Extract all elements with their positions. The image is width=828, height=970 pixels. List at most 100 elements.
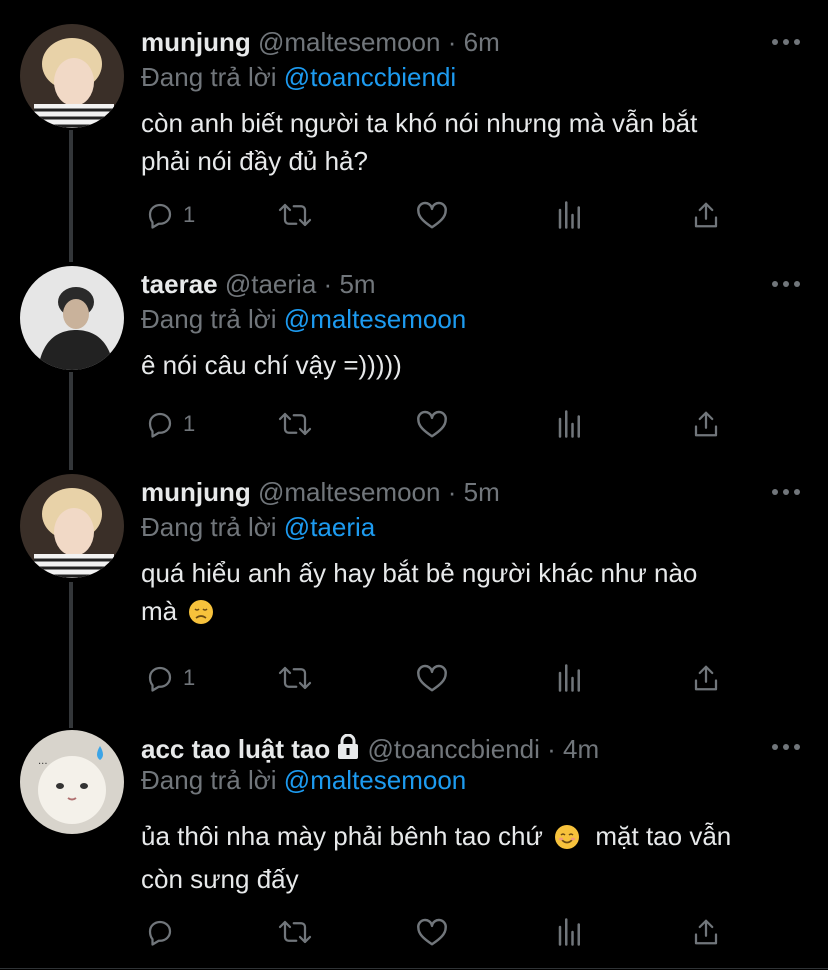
tweet-header: acc tao luật tao @toanccbiendi · 4m xyxy=(141,733,599,766)
analytics-button[interactable] xyxy=(555,915,585,949)
more-icon[interactable] xyxy=(772,742,800,752)
retweet-button[interactable] xyxy=(277,407,313,441)
avatar[interactable]: ... xyxy=(20,730,124,834)
share-icon xyxy=(694,202,718,228)
like-button[interactable] xyxy=(415,661,449,695)
retweet-button[interactable] xyxy=(277,198,313,232)
avatar[interactable] xyxy=(20,266,124,370)
retweet-button[interactable] xyxy=(277,915,313,949)
action-bar: 1 xyxy=(141,661,741,695)
replying-to-label: Đang trả lời xyxy=(141,765,277,795)
reply-icon xyxy=(148,920,172,946)
analytics-icon xyxy=(558,918,580,946)
mention-link[interactable]: @maltesemoon xyxy=(284,765,466,795)
share-button[interactable] xyxy=(691,198,721,232)
reply-button[interactable]: 1 xyxy=(145,407,195,441)
analytics-icon xyxy=(558,410,580,438)
share-button[interactable] xyxy=(691,661,721,695)
disappointed-face-emoji xyxy=(188,597,214,635)
reply-count: 1 xyxy=(183,411,196,436)
like-button[interactable] xyxy=(415,198,449,232)
tweet[interactable]: ... acc tao luật tao @toanccbiendi · 4m … xyxy=(0,728,828,970)
replying-to: Đang trả lời @taeria xyxy=(141,512,375,542)
tweet-text: còn anh biết người ta khó nói nhưng mà v… xyxy=(141,104,811,180)
tweet[interactable]: munjung @maltesemoon · 6m Đang trả lời @… xyxy=(0,0,828,262)
tweet[interactable]: munjung @maltesemoon · 5m Đang trả lời @… xyxy=(0,472,828,728)
separator-dot: · xyxy=(447,477,457,507)
avatar-image: ... xyxy=(20,730,124,834)
replying-to: Đang trả lời @toanccbiendi xyxy=(141,62,456,92)
reply-button[interactable]: 1 xyxy=(145,198,195,232)
handle[interactable]: @toanccbiendi xyxy=(368,734,540,764)
analytics-button[interactable] xyxy=(555,198,585,232)
tweet-header: munjung @maltesemoon · 6m xyxy=(141,27,500,57)
reply-button[interactable]: 1 xyxy=(145,661,195,695)
display-name[interactable]: taerae xyxy=(141,269,218,299)
replying-to: Đang trả lời @maltesemoon xyxy=(141,304,466,334)
tweet-text-line: còn anh biết người ta khó nói nhưng mà v… xyxy=(141,108,698,138)
reply-button[interactable] xyxy=(145,915,183,949)
like-icon xyxy=(417,410,447,438)
avatar[interactable] xyxy=(20,474,124,578)
handle[interactable]: @maltesemoon xyxy=(258,27,440,57)
reply-icon xyxy=(148,412,172,438)
share-icon xyxy=(694,665,718,691)
more-icon[interactable] xyxy=(772,279,800,289)
reply-icon xyxy=(148,666,172,692)
tweet-text-segment: mặt tao vẫn xyxy=(595,821,732,851)
display-name[interactable]: munjung xyxy=(141,477,251,507)
replying-to: Đang trả lời @maltesemoon xyxy=(141,765,466,795)
retweet-icon xyxy=(278,203,312,227)
more-icon[interactable] xyxy=(772,487,800,497)
action-bar xyxy=(141,915,741,949)
like-button[interactable] xyxy=(415,407,449,441)
display-name[interactable]: munjung xyxy=(141,27,251,57)
like-button[interactable] xyxy=(415,915,449,949)
timestamp[interactable]: 5m xyxy=(464,477,500,507)
separator-dot: · xyxy=(447,27,457,57)
tweet-text-line: phải nói đầy đủ hả? xyxy=(141,146,368,176)
tweet-header: munjung @maltesemoon · 5m xyxy=(141,477,500,507)
analytics-icon xyxy=(558,201,580,229)
reply-count: 1 xyxy=(183,665,196,690)
action-bar: 1 xyxy=(141,198,741,232)
more-icon[interactable] xyxy=(772,37,800,47)
display-name[interactable]: acc tao luật tao xyxy=(141,734,330,764)
separator-dot: · xyxy=(323,269,333,299)
tweet-text-line: quá hiểu anh ấy hay bắt bẻ người khác nh… xyxy=(141,558,698,588)
timestamp[interactable]: 6m xyxy=(464,27,500,57)
tweet-text: ủa thôi nha mày phải bênh tao chứ mặt ta… xyxy=(141,817,811,898)
tweet-text-segment: ủa thôi nha mày phải bênh tao chứ xyxy=(141,821,543,851)
mention-link[interactable]: @taeria xyxy=(284,512,375,542)
analytics-icon xyxy=(558,664,580,692)
reply-count: 1 xyxy=(183,202,196,227)
retweet-icon xyxy=(278,666,312,690)
action-bar: 1 xyxy=(141,407,741,441)
tweet-text: ê nói câu chí vậy =))))) xyxy=(141,346,811,384)
timestamp[interactable]: 4m xyxy=(563,734,599,764)
tweet[interactable]: taerae @taeria · 5m Đang trả lời @maltes… xyxy=(0,262,828,472)
mention-link[interactable]: @toanccbiendi xyxy=(284,62,456,92)
lock-icon xyxy=(336,733,360,766)
analytics-button[interactable] xyxy=(555,661,585,695)
like-icon xyxy=(417,201,447,229)
share-icon xyxy=(694,919,718,945)
like-icon xyxy=(417,918,447,946)
replying-to-label: Đang trả lời xyxy=(141,304,277,334)
timestamp[interactable]: 5m xyxy=(339,269,375,299)
tweet-text-line: mà xyxy=(141,596,178,626)
avatar[interactable] xyxy=(20,24,124,128)
mention-link[interactable]: @maltesemoon xyxy=(284,304,466,334)
handle[interactable]: @maltesemoon xyxy=(258,477,440,507)
separator-dot: · xyxy=(547,734,556,764)
like-icon xyxy=(417,664,447,692)
handle[interactable]: @taeria xyxy=(225,269,316,299)
retweet-icon xyxy=(278,920,312,944)
retweet-button[interactable] xyxy=(277,661,313,695)
analytics-button[interactable] xyxy=(555,407,585,441)
svg-text:...: ... xyxy=(38,756,48,767)
share-button[interactable] xyxy=(691,407,721,441)
divider xyxy=(0,968,828,969)
tweet-header: taerae @taeria · 5m xyxy=(141,269,376,299)
share-button[interactable] xyxy=(691,915,721,949)
